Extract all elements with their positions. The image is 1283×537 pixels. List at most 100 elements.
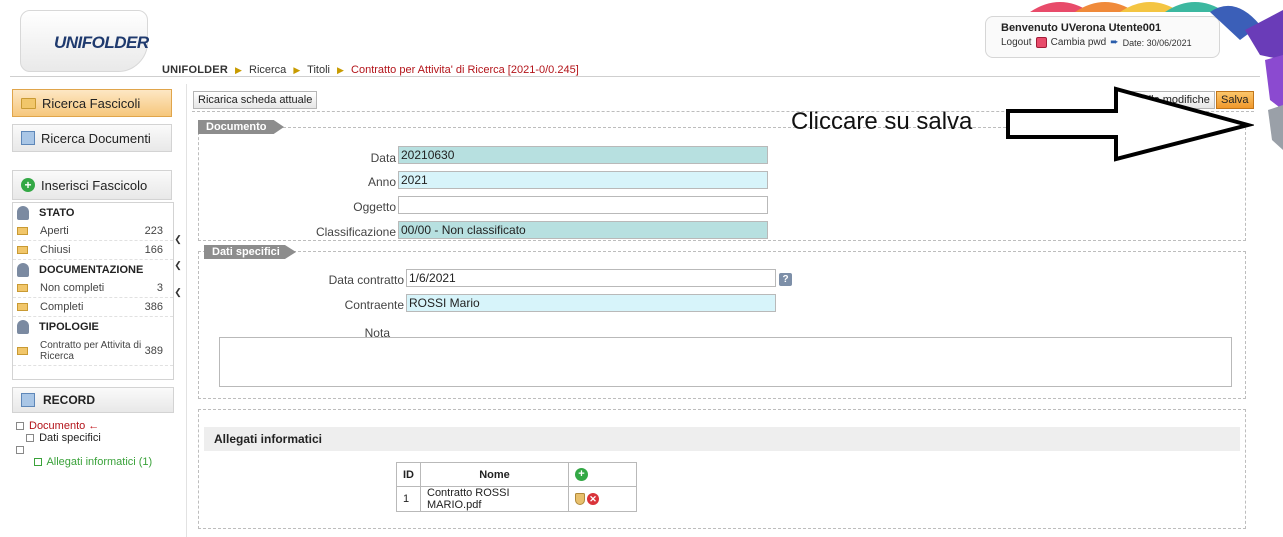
collapse-left-icon[interactable]: ❮: [174, 286, 182, 298]
document-icon: [26, 434, 34, 443]
data-contratto-label: Data contratto: [328, 273, 404, 287]
filter-count: 166: [144, 244, 163, 256]
record-button[interactable]: RECORD: [12, 387, 174, 413]
tree-label: Allegati informatici (1): [46, 456, 153, 468]
filter-label: Aperti: [40, 225, 69, 237]
user-icon: [17, 319, 29, 334]
tree-item-allegati[interactable]: Allegati informatici (1): [16, 456, 152, 468]
filter-count: 389: [144, 344, 163, 357]
inserisci-fascicolo-button[interactable]: + Inserisci Fascicolo: [12, 170, 172, 200]
filter-count: 223: [144, 225, 163, 237]
section-tipologie: TIPOLOGIE: [13, 317, 173, 336]
tree-item-dati-specifici[interactable]: Dati specifici: [16, 432, 152, 444]
logo-text: UNIFOLDER: [54, 33, 149, 52]
classificazione-field[interactable]: 00/00 - Non classificato: [398, 221, 768, 239]
section-title: TIPOLOGIE: [39, 320, 99, 333]
collapse-icon[interactable]: [16, 446, 24, 455]
section-documentazione: DOCUMENTAZIONE: [13, 260, 173, 279]
section-title: DOCUMENTAZIONE: [39, 263, 144, 276]
contraente-field[interactable]: ROSSI Mario: [406, 294, 776, 312]
column-header-nome: Nome: [420, 462, 569, 487]
sidebar-divider: [186, 84, 187, 537]
chevron-right-icon: ▶: [293, 65, 301, 75]
attachment-icon: [34, 458, 42, 467]
help-icon[interactable]: ?: [779, 273, 792, 286]
folder-icon: [17, 346, 28, 355]
ricerca-fascicoli-label: Ricerca Fascicoli: [42, 95, 141, 111]
attachment-actions: ✕: [568, 486, 637, 512]
add-attachment-cell: +: [568, 462, 637, 487]
filter-label: Completi: [40, 301, 84, 313]
record-tree: Documento ← Dati specifici Allegati info…: [16, 420, 152, 468]
arrow-left-icon: ←: [88, 420, 100, 432]
allegati-title: Allegati informatici: [204, 427, 1240, 451]
column-header-id: ID: [396, 462, 421, 487]
filter-panel: STATO Aperti 223 Chiusi 166 DOCUMENTAZIO…: [12, 202, 174, 380]
filter-label: Non completi: [40, 282, 105, 294]
filter-count: 3: [156, 282, 163, 294]
attachment-name[interactable]: Contratto ROSSI MARIO.pdf: [420, 486, 569, 512]
filter-item-contratto[interactable]: Contratto per Attivita di Ricerca 389: [13, 336, 173, 366]
collapse-left-icon[interactable]: ❮: [174, 259, 182, 271]
breadcrumb-item-ricerca[interactable]: Ricerca: [249, 64, 286, 76]
dati-specifici-legend: Dati specifici: [204, 245, 296, 259]
oggetto-field[interactable]: [398, 196, 768, 214]
table-header-row: ID Nome +: [396, 462, 637, 487]
ricerca-fascicoli-button[interactable]: Ricerca Fascicoli: [12, 89, 172, 117]
filter-label: Contratto per Attivita di Ricerca: [40, 339, 142, 362]
delete-icon[interactable]: ✕: [587, 493, 599, 506]
annotation-text: Cliccare su salva: [791, 108, 973, 135]
folder-icon: [17, 284, 28, 292]
anno-label: Anno: [367, 175, 396, 189]
folder-icon: [17, 246, 28, 254]
filter-count: 386: [144, 301, 163, 313]
documento-legend: Documento: [198, 120, 284, 134]
table-row: 1 Contratto ROSSI MARIO.pdf ✕: [396, 486, 637, 512]
tree-label: Dati specifici: [39, 432, 101, 444]
data-label: Data: [370, 151, 396, 165]
data-contratto-field[interactable]: 1/6/2021: [406, 269, 776, 287]
contraente-label: Contraente: [344, 298, 404, 312]
filter-item-chiusi[interactable]: Chiusi 166: [13, 241, 173, 260]
inserisci-fascicolo-label: Inserisci Fascicolo: [41, 177, 148, 193]
collapse-left-icon[interactable]: ❮: [174, 233, 182, 245]
ricerca-documenti-label: Ricerca Documenti: [41, 130, 151, 146]
anno-field[interactable]: 2021: [398, 171, 768, 189]
filter-label: Chiusi: [40, 244, 71, 256]
reload-button[interactable]: Ricarica scheda attuale: [193, 91, 318, 109]
oggetto-label: Oggetto: [353, 200, 396, 214]
attachment-id: 1: [396, 486, 421, 512]
data-field[interactable]: 20210630: [398, 146, 768, 164]
tree-label: Documento: [29, 420, 86, 432]
add-icon[interactable]: +: [575, 468, 588, 481]
filter-item-aperti[interactable]: Aperti 223: [13, 222, 173, 241]
breadcrumb-current: Contratto per Attivita' di Ricerca [2021…: [351, 64, 579, 76]
chevron-right-icon: ▶: [235, 65, 242, 75]
user-icon: [17, 262, 29, 277]
logo: UNIFOLDER: [20, 10, 149, 72]
add-icon: +: [21, 178, 35, 192]
ricerca-documenti-button[interactable]: Ricerca Documenti: [12, 124, 172, 152]
shield-icon[interactable]: [575, 493, 585, 506]
filter-item-completi[interactable]: Completi 386: [13, 298, 173, 317]
user-icon: [17, 205, 29, 220]
breadcrumb-item-titoli[interactable]: Titoli: [307, 64, 330, 76]
breadcrumb-brand[interactable]: UNIFOLDER: [162, 64, 228, 76]
folder-icon: [21, 97, 36, 109]
nota-textarea[interactable]: [219, 337, 1232, 387]
section-title: STATO: [39, 206, 75, 219]
collapse-icon[interactable]: [16, 422, 24, 430]
tree-node-folder: [16, 444, 152, 456]
document-icon: [21, 131, 35, 145]
arrow-right-icon: [1006, 86, 1254, 162]
filter-item-non-completi[interactable]: Non completi 3: [13, 279, 173, 298]
document-icon: [21, 393, 35, 407]
tree-item-documento[interactable]: Documento ←: [16, 420, 152, 432]
allegati-table: ID Nome + 1 Contratto ROSSI MARIO.pdf ✕: [396, 462, 637, 512]
record-label: RECORD: [43, 393, 96, 407]
classificazione-label: Classificazione: [315, 225, 396, 239]
chevron-right-icon: ▶: [337, 65, 344, 75]
section-stato: STATO: [13, 203, 173, 222]
folder-icon: [17, 227, 28, 235]
folder-icon: [17, 303, 28, 311]
